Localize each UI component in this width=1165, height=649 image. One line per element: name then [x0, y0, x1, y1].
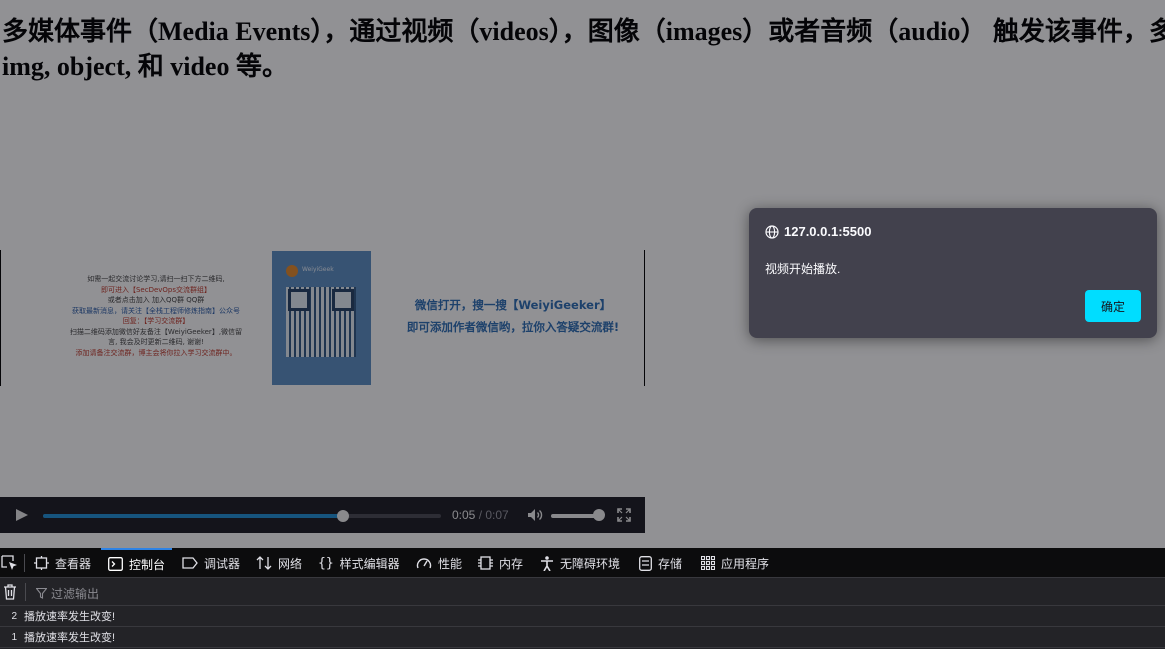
- tab-console[interactable]: 控制台: [101, 548, 173, 578]
- console-message: 2 播放速率发生改变!: [0, 606, 1165, 627]
- trash-icon[interactable]: [3, 584, 17, 600]
- filter-icon: [36, 588, 47, 599]
- dialog-message: 视频开始播放.: [765, 262, 841, 276]
- tab-label: 样式编辑器: [339, 556, 400, 571]
- tab-label: 控制台: [129, 557, 166, 572]
- repeat-count: 1: [11, 631, 17, 643]
- debugger-icon: [182, 557, 198, 569]
- memory-icon: [478, 556, 493, 570]
- network-icon: [256, 556, 272, 570]
- tab-style-editor[interactable]: {} 样式编辑器: [318, 548, 400, 578]
- tab-memory[interactable]: 内存: [478, 548, 523, 578]
- tab-debugger[interactable]: 调试器: [182, 548, 240, 578]
- console-icon: [108, 557, 123, 571]
- tab-application[interactable]: 应用程序: [701, 548, 769, 578]
- tab-label: 调试器: [204, 556, 241, 571]
- tab-label: 内存: [499, 556, 524, 571]
- tab-accessibility[interactable]: 无障碍环境: [540, 548, 620, 578]
- application-icon: [701, 556, 715, 570]
- tab-network[interactable]: 网络: [256, 548, 302, 578]
- performance-icon: [416, 558, 432, 569]
- style-editor-icon: {}: [318, 555, 334, 571]
- element-picker-icon[interactable]: [1, 555, 18, 571]
- tab-label: 性能: [438, 556, 463, 571]
- tab-inspector[interactable]: 查看器: [34, 548, 91, 578]
- alert-dialog: 127.0.0.1:5500 视频开始播放. 确定: [749, 208, 1157, 338]
- tab-label: 存储: [658, 556, 683, 571]
- inspector-icon: [34, 556, 49, 570]
- filter-input[interactable]: 过滤输出: [36, 585, 99, 602]
- tab-label: 无障碍环境: [560, 556, 621, 571]
- tab-label: 查看器: [55, 556, 92, 571]
- filter-divider: [25, 583, 26, 601]
- tab-label: 应用程序: [721, 556, 770, 571]
- dialog-origin-text: 127.0.0.1:5500: [784, 224, 872, 239]
- console-filter-bar: 过滤输出: [0, 578, 1165, 606]
- ok-button[interactable]: 确定: [1085, 290, 1141, 322]
- repeat-count: 2: [11, 610, 17, 622]
- tab-label: 网络: [278, 556, 303, 571]
- globe-icon: [765, 224, 779, 239]
- log-text: 播放速率发生改变!: [24, 632, 116, 644]
- devtools-panel: 查看器 控制台 调试器 网络 {} 样式编辑器 性能 内存 无障碍环境 存储 应…: [0, 548, 1165, 649]
- toolbar-divider: [24, 554, 25, 572]
- devtools-toolbar: 查看器 控制台 调试器 网络 {} 样式编辑器 性能 内存 无障碍环境 存储 应…: [0, 548, 1165, 578]
- storage-icon: [639, 555, 652, 571]
- log-text: 播放速率发生改变!: [24, 611, 116, 623]
- tab-storage[interactable]: 存储: [639, 548, 682, 578]
- console-message: 1 播放速率发生改变!: [0, 627, 1165, 648]
- filter-placeholder: 过滤输出: [51, 587, 100, 601]
- tab-performance[interactable]: 性能: [416, 548, 462, 578]
- accessibility-icon: [541, 555, 553, 571]
- dialog-origin: 127.0.0.1:5500: [765, 224, 871, 239]
